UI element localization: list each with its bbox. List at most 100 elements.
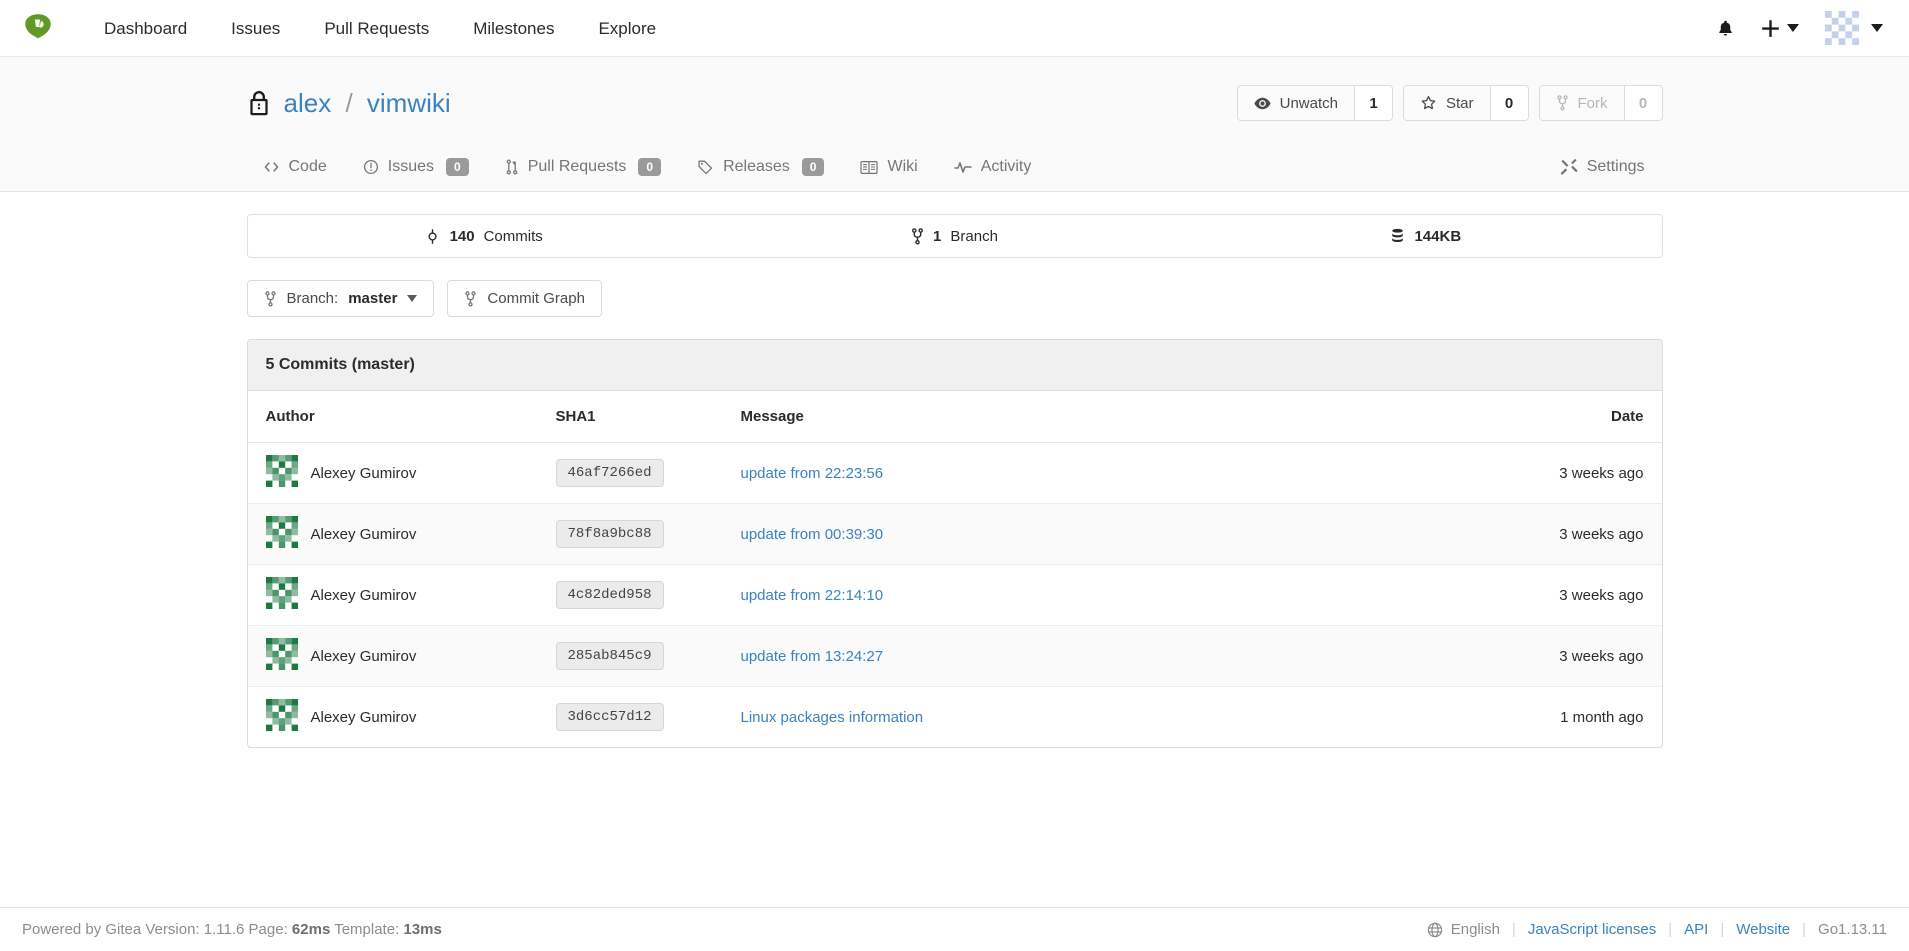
commit-date-cell: 1 month ago <box>1462 687 1662 748</box>
commit-message-cell: Linux packages information <box>723 687 1462 748</box>
star-icon <box>1421 95 1436 110</box>
branch-icon <box>264 290 276 307</box>
commit-date: 3 weeks ago <box>1559 464 1644 482</box>
footer-go-version: Go1.13.11 <box>1818 921 1887 938</box>
footer-js-licenses-link[interactable]: JavaScript licenses <box>1528 921 1656 938</box>
nav-link-explore[interactable]: Explore <box>576 0 678 57</box>
commit-sha-link[interactable]: 78f8a9bc88 <box>555 520 664 548</box>
footer-template-label: Template: <box>334 921 400 938</box>
table-row: Alexey Gumirov 285ab845c9 update from 13:2… <box>247 625 1662 687</box>
commit-sha-cell: 78f8a9bc88 <box>537 503 723 565</box>
stat-commits[interactable]: 140 Commits <box>248 215 719 257</box>
tab-wiki[interactable]: Wiki <box>842 143 935 191</box>
create-new-button[interactable] <box>1761 19 1799 38</box>
tab-settings[interactable]: Settings <box>1542 143 1663 191</box>
commit-author-cell: Alexey Gumirov <box>247 503 538 565</box>
footer-language-selector[interactable]: English <box>1427 921 1500 938</box>
nav-link-dashboard[interactable]: Dashboard <box>82 0 209 57</box>
eye-icon <box>1254 97 1271 109</box>
tab-activity-label: Activity <box>980 158 1032 175</box>
commit-icon <box>427 228 437 244</box>
commit-message-link[interactable]: update from 00:39:30 <box>741 526 884 543</box>
commit-message-link[interactable]: update from 22:23:56 <box>741 465 884 482</box>
table-row: Alexey Gumirov 3d6cc57d12 Linux packages i… <box>248 687 1662 748</box>
repo-name-link[interactable]: vimwiki <box>367 88 451 118</box>
repository-breadcrumb: alex / vimwiki <box>284 90 451 116</box>
commit-author-name: Alexey Gumirov <box>310 708 417 726</box>
stat-branches[interactable]: 1 Branch <box>719 215 1190 257</box>
commit-author-name: Alexey Gumirov <box>310 525 417 543</box>
issue-opened-icon <box>363 159 378 175</box>
user-menu-button[interactable] <box>1825 11 1883 45</box>
tab-pull-requests[interactable]: Pull Requests 0 <box>487 143 679 191</box>
fork-count[interactable]: 0 <box>1624 85 1663 121</box>
nav-link-pull-requests[interactable]: Pull Requests <box>302 0 451 57</box>
commit-date: 3 weeks ago <box>1559 525 1644 543</box>
repository-title-row: alex / vimwiki Unwatch 1 Star 0 Fork 0 <box>247 79 1663 127</box>
repo-owner-link[interactable]: alex <box>284 88 332 118</box>
stat-commits-value: 140 <box>449 227 475 245</box>
footer-powered-by: Powered by Gitea Version: 1.11.6 Page: 6… <box>22 921 442 938</box>
top-navbar: Dashboard Issues Pull Requests Milestone… <box>0 0 1909 57</box>
column-header-date: Date <box>1461 391 1662 443</box>
commit-sha-link[interactable]: 3d6cc57d12 <box>555 703 664 731</box>
branch-selector-button[interactable]: Branch: master <box>246 280 435 317</box>
breadcrumb-separator: / <box>345 88 353 118</box>
commit-message-link[interactable]: update from 22:14:10 <box>741 587 884 604</box>
commit-sha-cell: 4c82ded958 <box>537 564 723 626</box>
stat-branches-value: 1 <box>933 227 942 245</box>
nav-link-issues[interactable]: Issues <box>209 0 302 57</box>
footer-links: English | JavaScript licenses | API | We… <box>1427 921 1887 938</box>
tab-issues[interactable]: Issues 0 <box>345 143 487 191</box>
footer-api-link[interactable]: API <box>1684 921 1708 938</box>
commit-sha-link[interactable]: 285ab845c9 <box>555 642 664 670</box>
footer-powered-prefix: Powered by Gitea Version: <box>22 921 200 938</box>
gitea-logo-icon[interactable] <box>20 10 56 46</box>
commit-message-link[interactable]: update from 13:24:27 <box>741 648 884 665</box>
user-avatar-identicon <box>1825 11 1859 45</box>
commit-message-cell: update from 22:23:56 <box>722 442 1462 504</box>
footer-separator: | <box>1668 921 1673 938</box>
commit-author-cell: Alexey Gumirov <box>247 442 538 504</box>
footer-language-label: English <box>1450 921 1500 938</box>
stat-commits-label: Commits <box>483 227 543 245</box>
commit-message-link[interactable]: Linux packages information <box>741 709 924 726</box>
repository-header: alex / vimwiki Unwatch 1 Star 0 Fork 0 C… <box>0 57 1909 192</box>
branch-name-label: master <box>348 290 398 307</box>
lock-icon <box>247 89 271 117</box>
repository-action-buttons: Unwatch 1 Star 0 Fork 0 <box>1236 85 1663 121</box>
tab-code[interactable]: Code <box>247 143 345 191</box>
commit-sha-link[interactable]: 4c82ded958 <box>555 581 664 609</box>
fork-button-group: Fork 0 <box>1538 85 1663 121</box>
pulse-icon <box>953 162 972 173</box>
nav-link-milestones[interactable]: Milestones <box>451 0 576 57</box>
fork-label: Fork <box>1577 94 1608 112</box>
footer-page-time: 62ms <box>291 921 331 938</box>
tab-activity[interactable]: Activity <box>936 143 1050 191</box>
notifications-bell-icon[interactable] <box>1716 18 1735 39</box>
star-button[interactable]: Star <box>1402 85 1491 121</box>
commits-panel-title: 5 Commits (master) <box>247 340 1662 391</box>
tab-releases[interactable]: Releases 0 <box>679 143 842 191</box>
avatar <box>265 455 298 491</box>
unwatch-button[interactable]: Unwatch <box>1236 85 1355 121</box>
branch-icon <box>912 227 924 245</box>
chevron-down-icon <box>407 295 418 302</box>
branch-prefix-label: Branch: <box>286 290 339 307</box>
plus-icon <box>1762 19 1779 37</box>
commit-graph-button[interactable]: Commit Graph <box>447 280 602 317</box>
unwatch-label: Unwatch <box>1279 94 1338 112</box>
chevron-down-icon <box>1787 24 1799 32</box>
repository-tabs: Code Issues 0 Pull Requests 0 Releases 0… <box>247 143 1663 191</box>
star-count[interactable]: 0 <box>1490 85 1529 121</box>
fork-button[interactable]: Fork <box>1538 85 1625 121</box>
avatar <box>265 699 298 735</box>
commit-date-cell: 3 weeks ago <box>1461 442 1662 504</box>
tab-issues-label: Issues <box>387 158 434 175</box>
chevron-down-icon <box>1871 24 1883 32</box>
database-icon <box>1392 228 1404 242</box>
watch-count[interactable]: 1 <box>1354 85 1393 121</box>
footer-website-link[interactable]: Website <box>1736 921 1790 938</box>
commit-sha-link[interactable]: 46af7266ed <box>555 459 664 487</box>
commit-message-cell: update from 13:24:27 <box>722 625 1462 687</box>
